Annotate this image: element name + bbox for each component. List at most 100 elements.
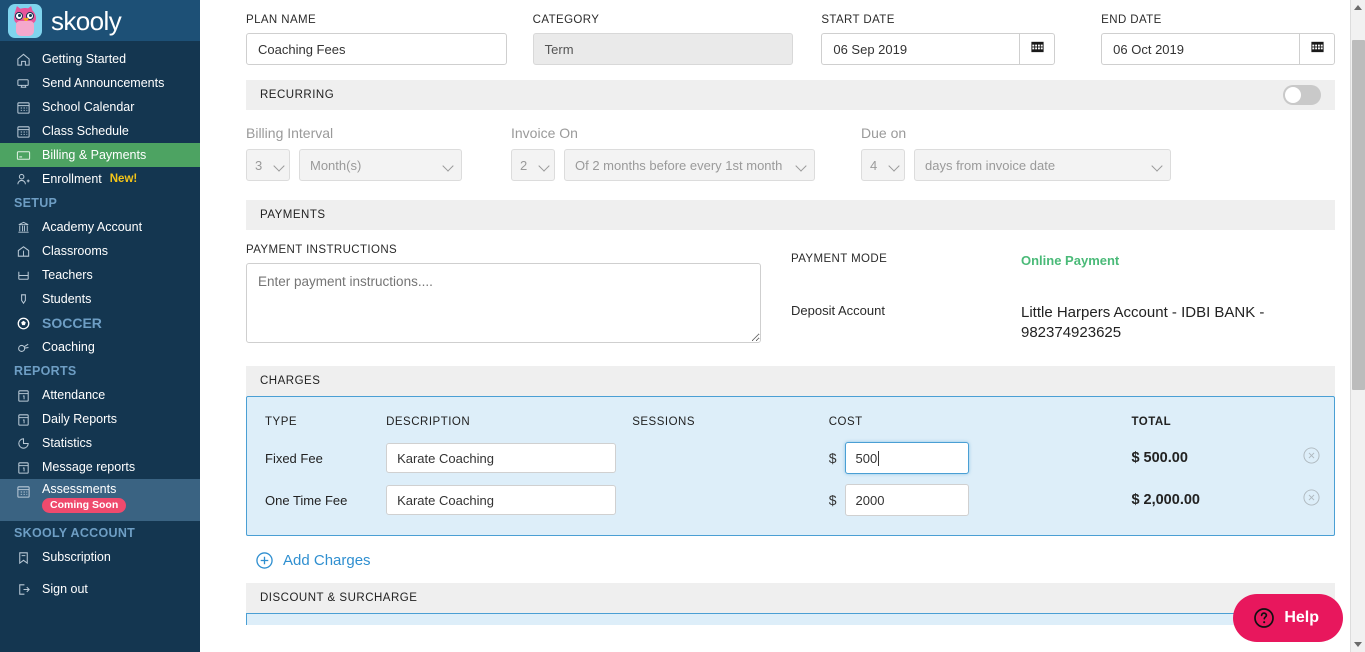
main-content: PLAN NAME Coaching Fees CATEGORY Term ST… [200,0,1365,652]
invoice-on-count-select[interactable]: 2 [511,149,555,181]
sidebar-item-label: Attendance [42,388,106,402]
end-date-input[interactable]: 06 Oct 2019 [1101,33,1299,65]
sidebar-item-label: Teachers [42,268,93,282]
billing-interval-count-select[interactable]: 3 [246,149,290,181]
due-on-rule-select[interactable]: days from invoice date [914,149,1171,181]
app-root: skooly Getting Started Send Announcement… [0,0,1365,652]
add-charges-label: Add Charges [283,552,371,569]
charges-table: TYPE DESCRIPTION SESSIONS COST TOTAL Fix… [246,396,1335,536]
sidebar-item-getting-started[interactable]: Getting Started [0,47,200,71]
sidebar-section-skooly-account: SKOOLY ACCOUNT [14,526,136,540]
payment-mode-value: Online Payment [1021,253,1120,268]
sidebar-item-label: Academy Account [42,220,143,234]
sidebar-item-academy-account[interactable]: Academy Account [0,215,200,239]
plan-name-input[interactable]: Coaching Fees [246,33,507,65]
student-icon [14,290,32,308]
charge-type: One Time Fee [265,492,348,508]
sidebar-item-assessments[interactable]: Assessments Coming Soon [0,479,200,521]
recurring-toggle[interactable] [1283,85,1321,105]
sidebar-item-label: Coaching [42,340,95,354]
sidebar-item-statistics[interactable]: Statistics [0,431,200,455]
sidebar: skooly Getting Started Send Announcement… [0,0,200,652]
start-date-label: START DATE [821,14,895,26]
sidebar-item-send-announcements[interactable]: Send Announcements [0,71,200,95]
sidebar-section-setup: SETUP [14,196,58,210]
sidebar-section-reports: REPORTS [14,364,77,378]
column-header-description: DESCRIPTION [386,416,471,428]
payments-section-header: PAYMENTS [246,200,1335,230]
calendar-icon [1310,39,1325,59]
scroll-down-arrow-icon[interactable] [1354,642,1362,647]
sidebar-item-billing-payments[interactable]: Billing & Payments [0,143,200,167]
start-date-input[interactable]: 06 Sep 2019 [821,33,1020,65]
charge-description-input[interactable]: Karate Coaching [386,485,617,515]
end-date-field: END DATE 06 Oct 2019 [1101,14,1335,65]
sidebar-item-school-calendar[interactable]: School Calendar [0,95,200,119]
billing-interval-group: Billing Interval 3 Month(s) [246,125,462,181]
end-date-label: END DATE [1101,14,1162,26]
charge-cost-input[interactable]: 2000 [844,484,969,516]
payment-instructions-group: PAYMENT INSTRUCTIONS [246,244,761,348]
grid-calendar-icon [14,482,32,500]
sidebar-item-label: Message reports [42,460,136,474]
sidebar-item-label: Students [42,292,92,306]
sidebar-item-coaching[interactable]: Coaching [0,335,200,359]
table-row: Fixed Fee Karate Coaching $ 500 $ 500.00 [265,437,1320,479]
payment-mode-label: PAYMENT MODE [791,253,888,265]
plan-name-field: PLAN NAME Coaching Fees [246,14,507,65]
charge-total: $ 2,000.00 [1131,492,1200,508]
due-on-label: Due on [861,125,907,141]
billing-plan-form: PLAN NAME Coaching Fees CATEGORY Term ST… [200,0,1365,625]
remove-circle-icon[interactable] [1303,447,1320,469]
payment-instructions-input[interactable] [246,263,761,343]
payment-mode-row: PAYMENT MODE Online Payment [791,253,1311,268]
calendar-icon [1030,39,1045,59]
sidebar-item-students[interactable]: Students [0,287,200,311]
discount-table [246,613,1335,625]
charge-type: Fixed Fee [265,450,323,466]
billing-interval-unit-select[interactable]: Month(s) [299,149,462,181]
sign-out-icon [14,580,32,598]
billing-card-icon [14,146,32,164]
sidebar-logo-bar[interactable]: skooly [0,0,200,41]
sidebar-item-message-reports[interactable]: Message reports [0,455,200,479]
calendar-day-icon [14,386,32,404]
charge-description-input[interactable]: Karate Coaching [386,443,617,473]
user-plus-icon [14,170,32,188]
help-widget-button[interactable]: Help [1233,594,1343,642]
deposit-account-row: Deposit Account Little Harpers Account -… [791,303,1311,342]
deposit-account-label: Deposit Account [791,303,885,318]
discount-section-header: DISCOUNT & SURCHARGE [246,583,1335,613]
sidebar-item-classrooms[interactable]: Classrooms [0,239,200,263]
sidebar-item-teachers[interactable]: Teachers [0,263,200,287]
add-charges-button[interactable]: Add Charges [246,536,1335,583]
sidebar-item-enrollment[interactable]: Enrollment New! [0,167,200,191]
scroll-up-arrow-icon[interactable] [1354,5,1362,10]
calendar-icon [14,98,32,116]
sidebar-item-label: Assessments [42,482,117,496]
sidebar-item-subscription[interactable]: Subscription [0,545,200,569]
sidebar-item-label: Daily Reports [42,412,118,426]
column-header-type: TYPE [265,416,298,428]
invoice-on-rule-select[interactable]: Of 2 months before every 1st month [564,149,815,181]
calendar-icon [14,122,32,140]
owl-logo-icon [8,3,42,38]
start-date-calendar-button[interactable] [1019,33,1056,65]
invoice-on-group: Invoice On 2 Of 2 months before every 1s… [511,125,815,181]
sidebar-item-attendance[interactable]: Attendance [0,383,200,407]
end-date-calendar-button[interactable] [1299,33,1335,65]
column-header-total: TOTAL [1131,416,1172,428]
due-on-count-select[interactable]: 4 [861,149,905,181]
sidebar-item-sign-out[interactable]: Sign out [0,577,200,601]
calendar-day-icon [14,410,32,428]
scrollbar-thumb[interactable] [1352,40,1365,390]
sidebar-item-soccer[interactable]: SOCCER [0,311,200,335]
sidebar-item-class-schedule[interactable]: Class Schedule [0,119,200,143]
page-scrollbar[interactable] [1350,0,1365,652]
discount-section-title: DISCOUNT & SURCHARGE [260,592,418,604]
sidebar-item-daily-reports[interactable]: Daily Reports [0,407,200,431]
start-date-field: START DATE 06 Sep 2019 [821,14,1056,65]
remove-circle-icon[interactable] [1303,489,1320,511]
academy-icon [14,218,32,236]
charge-cost-input[interactable]: 500 [844,442,969,474]
